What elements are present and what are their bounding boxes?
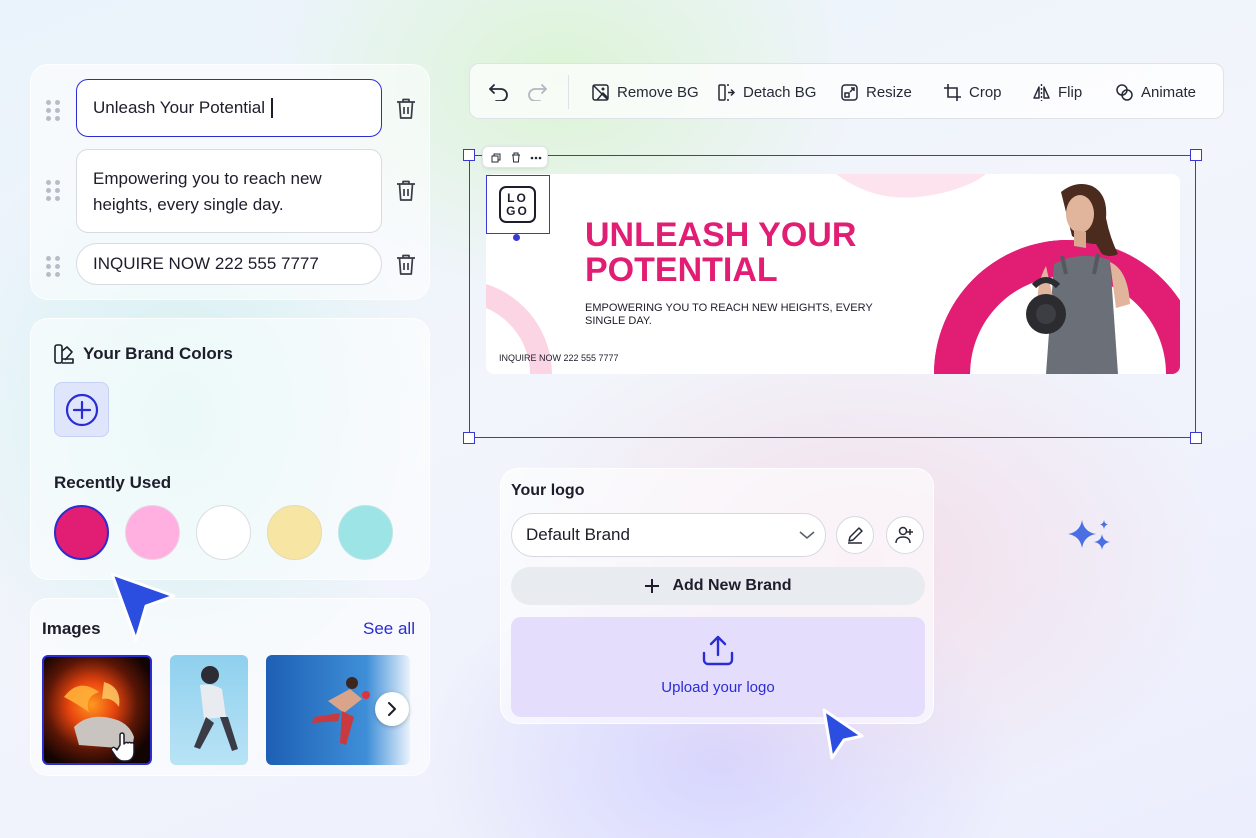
brand-select-value: Default Brand [526, 525, 630, 544]
banner-canvas[interactable]: UNLEASH YOUR POTENTIAL EMPOWERING YOU TO… [486, 174, 1180, 374]
flip-button[interactable]: Flip [1032, 64, 1082, 120]
flip-label: Flip [1058, 83, 1083, 101]
plus-circle-icon [65, 393, 98, 426]
upload-icon [702, 635, 734, 666]
color-swatch-yellow[interactable] [267, 505, 322, 560]
recently-used-label: Recently Used [54, 473, 172, 492]
pointer-cursor-icon [110, 572, 176, 642]
upload-logo-dropzone[interactable]: Upload your logo [511, 617, 925, 717]
duplicate-icon[interactable] [491, 153, 501, 163]
add-user-button[interactable] [886, 516, 924, 554]
headline-text-value: Unleash Your Potential [93, 98, 266, 117]
banner-subheadline-line-2: SINGLE DAY. [585, 315, 652, 327]
image-thumbnail-dancer[interactable] [170, 655, 248, 765]
banner-subheadline-line-1: EMPOWERING YOU TO REACH NEW HEIGHTS, EVE… [585, 302, 873, 314]
plus-icon [645, 579, 660, 593]
palette-icon [54, 344, 74, 364]
drag-handle-icon[interactable] [46, 256, 60, 277]
text-fields-panel: Unleash Your Potential Empowering you to… [30, 64, 430, 300]
rotate-handle[interactable] [513, 234, 520, 241]
trash-icon[interactable] [395, 179, 417, 203]
crop-icon [944, 83, 961, 101]
text-caret [271, 98, 273, 118]
drag-handle-icon[interactable] [46, 100, 60, 121]
element-mini-toolbar [482, 146, 548, 168]
subheadline-line-2: heights, every single day. [93, 195, 284, 214]
toolbar-divider [568, 75, 569, 109]
chevron-down-icon [799, 531, 815, 540]
edit-brand-button[interactable] [836, 516, 874, 554]
chevron-right-icon [388, 702, 396, 716]
detach-bg-label: Detach BG [743, 83, 817, 101]
sparkle-icon [1068, 520, 1110, 550]
remove-bg-label: Remove BG [617, 83, 699, 101]
contact-text-field[interactable]: INQUIRE NOW 222 555 7777 [76, 243, 382, 285]
resize-handle-top-right[interactable] [1190, 149, 1202, 161]
brand-select[interactable]: Default Brand [511, 513, 826, 557]
animate-icon [1116, 83, 1133, 101]
resize-label: Resize [866, 83, 912, 101]
color-swatch-white[interactable] [196, 505, 251, 560]
add-user-icon [895, 526, 913, 544]
hand-cursor-icon [111, 732, 135, 762]
next-images-button[interactable] [375, 692, 409, 726]
detach-bg-button[interactable]: Detach BG [717, 64, 816, 120]
headline-text-field[interactable]: Unleash Your Potential [76, 79, 382, 137]
contact-text-value: INQUIRE NOW 222 555 7777 [93, 254, 319, 273]
dancer-image [194, 666, 238, 751]
resize-handle-top-left[interactable] [463, 149, 475, 161]
logo-mark: LO GO [499, 186, 536, 223]
resize-icon [841, 83, 858, 101]
delete-icon[interactable] [511, 152, 521, 163]
upload-logo-label: Upload your logo [661, 679, 775, 696]
add-new-brand-button[interactable]: Add New Brand [511, 567, 925, 605]
banner-headline-line-1: UNLEASH YOUR [585, 216, 857, 254]
see-all-link[interactable]: See all [363, 619, 415, 639]
banner-subheadline: EMPOWERING YOU TO REACH NEW HEIGHTS, EVE… [585, 302, 873, 328]
color-swatch-pink[interactable] [54, 505, 109, 560]
fitness-woman-image [1026, 184, 1130, 374]
remove-bg-button[interactable]: Remove BG [591, 64, 699, 120]
image-toolbar: Remove BG Detach BG Resize Crop Flip Ani… [469, 63, 1224, 119]
color-swatch-cyan[interactable] [338, 505, 393, 560]
undo-icon[interactable] [488, 81, 510, 101]
redo-icon[interactable] [526, 81, 548, 101]
drag-handle-icon[interactable] [46, 180, 60, 201]
animate-button[interactable]: Animate [1115, 64, 1196, 120]
subheadline-line-1: Empowering you to reach new [93, 169, 322, 188]
subheadline-text-field[interactable]: Empowering you to reach new heights, eve… [76, 149, 382, 233]
images-panel: Images See all [30, 598, 430, 776]
resize-handle-bottom-left[interactable] [463, 432, 475, 444]
brand-colors-title: Your Brand Colors [83, 344, 233, 363]
brand-colors-panel: Your Brand Colors Recently Used [30, 318, 430, 580]
logo-mark-line-2: GO [506, 204, 529, 218]
images-title: Images [42, 619, 101, 638]
crop-label: Crop [969, 83, 1002, 101]
resize-handle-bottom-right[interactable] [1190, 432, 1202, 444]
color-swatch-light-pink[interactable] [125, 505, 180, 560]
banner-headline-line-2: POTENTIAL [585, 251, 778, 289]
flip-icon [1033, 83, 1050, 101]
pencil-icon [848, 527, 863, 544]
detach-bg-icon [718, 83, 736, 101]
trash-icon[interactable] [395, 97, 417, 121]
crop-button[interactable]: Crop [943, 64, 1002, 120]
pointer-cursor-icon [822, 708, 864, 760]
banner-contact: INQUIRE NOW 222 555 7777 [499, 353, 619, 363]
banner-headline: UNLEASH YOUR POTENTIAL [585, 218, 856, 288]
animate-label: Animate [1141, 83, 1197, 101]
logo-panel: Your logo Default Brand Add New Brand Up… [500, 468, 934, 724]
trash-icon[interactable] [395, 253, 417, 277]
logo-placeholder[interactable]: LO GO [486, 175, 550, 241]
more-options-icon[interactable] [530, 156, 542, 160]
remove-bg-icon [592, 83, 609, 101]
add-new-brand-label: Add New Brand [672, 577, 792, 594]
logo-panel-title: Your logo [511, 482, 585, 499]
add-color-button[interactable] [54, 382, 109, 437]
resize-button[interactable]: Resize [840, 64, 912, 120]
